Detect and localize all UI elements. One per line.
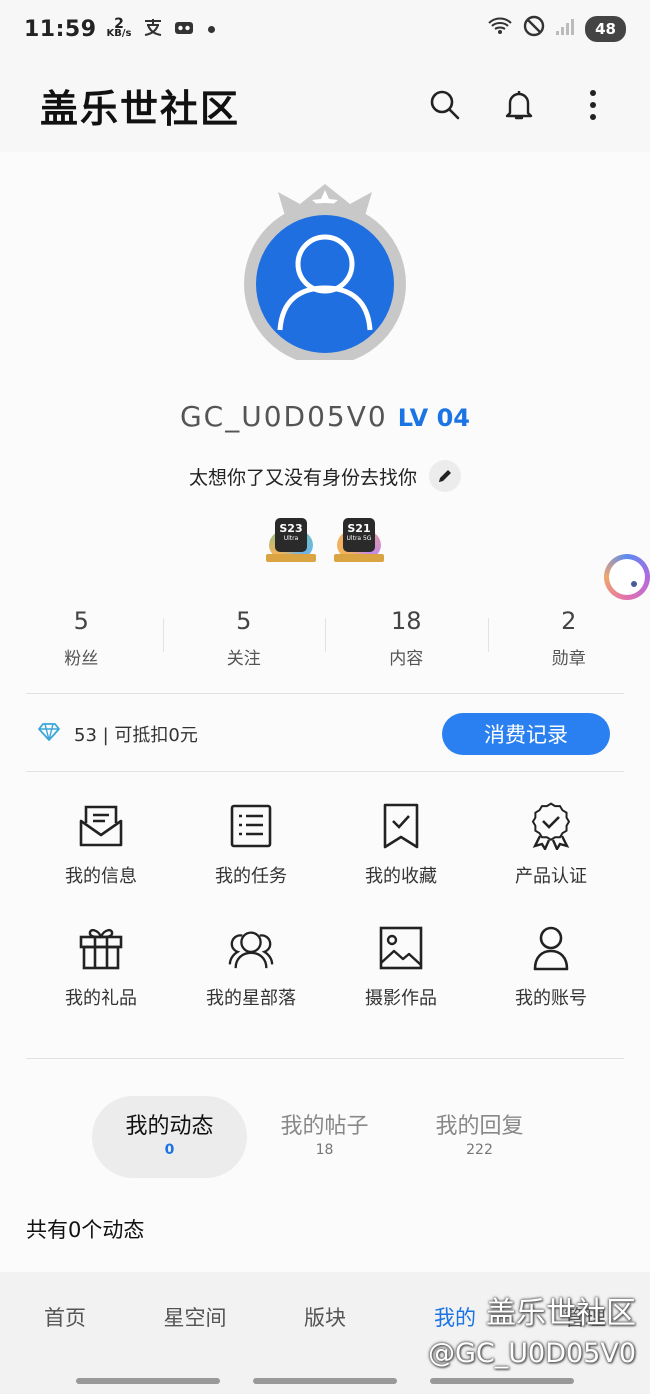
profile-stats: 5 粉丝 5 关注 18 内容 2 勋章 [0,600,650,670]
nav-item-home[interactable]: 首页 [0,1302,130,1332]
menu-item-my-messages[interactable]: 我的信息 [26,802,176,888]
menu-label: 我的礼品 [65,988,137,1009]
menu-grid: 我的信息 我的任务 我的收藏 产品认证 我的礼品 我的星部落 摄影作品 我的账号 [26,802,626,1010]
consumption-record-button[interactable]: 消费记录 [442,713,610,755]
gesture-bar [0,1378,650,1386]
task-list-icon [227,802,275,850]
tab-count: 222 [466,1142,493,1158]
menu-item-product-certification[interactable]: 产品认证 [476,802,626,888]
stat-value: 5 [73,607,89,635]
tab-my-replies[interactable]: 我的回复 222 [402,1096,557,1178]
menu-item-my-tasks[interactable]: 我的任务 [176,802,326,888]
divider [26,1058,624,1059]
battery-indicator: 48 [585,16,626,42]
avatar[interactable] [240,170,410,365]
badge-model: S21 [347,522,371,535]
divider [26,693,624,694]
stat-label: 勋章 [551,649,586,669]
badge-sub: Ultra 5G [346,535,372,542]
account-person-icon [527,924,575,972]
username-row: GC_U0D05V0 LV 04 [0,400,650,433]
stat-fans[interactable]: 5 粉丝 [0,600,163,670]
nav-item-sections[interactable]: 版块 [260,1302,390,1332]
notification-dot-icon [207,25,215,33]
tab-count: 18 [315,1142,334,1158]
pencil-icon [439,470,451,482]
menu-item-my-account[interactable]: 我的账号 [476,924,626,1010]
bottom-nav: 首页 星空间 版块 我的 管理 盖乐世社区 @GC_U0D05V0 [0,1272,650,1394]
stat-value: 18 [390,607,422,635]
gift-icon [77,924,125,972]
tab-label: 我的帖子 [280,1114,369,1139]
edit-signature-button[interactable] [429,460,461,492]
network-speed: 2 KB/s [106,17,132,39]
status-time: 11:59 [24,16,97,42]
stat-medals[interactable]: 2 勋章 [487,600,650,670]
badge-s23-ultra[interactable]: S23 Ultra [266,516,316,568]
menu-label: 我的任务 [215,866,287,887]
points-text: 53 | 可抵扣0元 [74,725,198,746]
menu-label: 我的信息 [65,866,137,887]
signature-text: 太想你了又没有身份去找你 [188,466,417,489]
status-bar: 11:59 2 KB/s 48 [0,0,650,58]
more-options-icon[interactable] [576,88,610,122]
search-icon[interactable] [428,88,462,122]
stat-following[interactable]: 5 关注 [162,600,326,670]
tab-label: 我的动态 [125,1114,214,1139]
stat-content[interactable]: 18 内容 [325,600,488,670]
nav-item-star-space[interactable]: 星空间 [130,1302,260,1332]
menu-label: 我的星部落 [206,988,296,1009]
watermark: 盖乐世社区 @GC_U0D05V0 [428,1294,636,1374]
diamond-icon [38,723,60,745]
activity-tabs: 我的动态 0 我的帖子 18 我的回复 222 [92,1096,557,1178]
signal-icon [555,17,575,42]
username: GC_U0D05V0 [179,400,388,433]
tab-my-posts[interactable]: 我的帖子 18 [247,1096,402,1178]
message-envelope-icon [77,802,125,850]
tab-label: 我的回复 [435,1114,524,1139]
stat-value: 2 [561,607,577,635]
voicemail-icon [174,19,194,40]
app-title: 盖乐世社区 [40,86,241,131]
badge-model: S23 [279,522,303,535]
stat-label: 关注 [226,649,261,669]
stat-label: 粉丝 [64,649,99,669]
app-actions [428,88,610,122]
tab-my-activity[interactable]: 我的动态 0 [92,1096,247,1178]
divider [26,771,624,772]
stat-label: 内容 [389,649,424,669]
menu-label: 我的账号 [515,988,587,1009]
points-row: 53 | 可抵扣0元 消费记录 [38,712,610,756]
photo-icon [377,924,425,972]
tribe-group-icon [227,924,275,972]
menu-item-my-gifts[interactable]: 我的礼品 [26,924,176,1010]
badge-sub: Ultra [283,535,299,542]
app-bar: 盖乐世社区 [0,58,650,152]
menu-label: 摄影作品 [365,988,437,1009]
menu-item-photography[interactable]: 摄影作品 [326,924,476,1010]
watermark-handle: @GC_U0D05V0 [427,1338,636,1369]
menu-item-my-favorites[interactable]: 我的收藏 [326,802,476,888]
device-badges: S23 Ultra S21 Ultra 5G [0,516,650,568]
wifi-icon [487,16,513,42]
floating-assistant-button[interactable] [604,554,650,600]
network-speed-unit: KB/s [106,28,132,39]
activity-count-text: 共有0个动态 [26,1218,145,1242]
watermark-title: 盖乐世社区 [486,1296,636,1331]
level-badge: LV 04 [397,404,471,432]
menu-label: 我的收藏 [365,866,437,887]
certified-badge-icon [527,802,575,850]
do-not-disturb-icon [523,15,545,43]
status-right: 48 [487,15,626,43]
tab-count: 0 [164,1142,175,1158]
menu-item-my-tribe[interactable]: 我的星部落 [176,924,326,1010]
badge-s21-ultra[interactable]: S21 Ultra 5G [334,516,384,568]
signature-row: 太想你了又没有身份去找你 [0,460,650,492]
alipay-icon [142,17,164,42]
menu-label: 产品认证 [515,866,587,887]
profile-content: GC_U0D05V0 LV 04 太想你了又没有身份去找你 S23 Ultra S2… [0,152,650,1272]
bookmark-check-icon [377,802,425,850]
bell-icon[interactable] [502,88,536,122]
stat-value: 5 [236,607,252,635]
